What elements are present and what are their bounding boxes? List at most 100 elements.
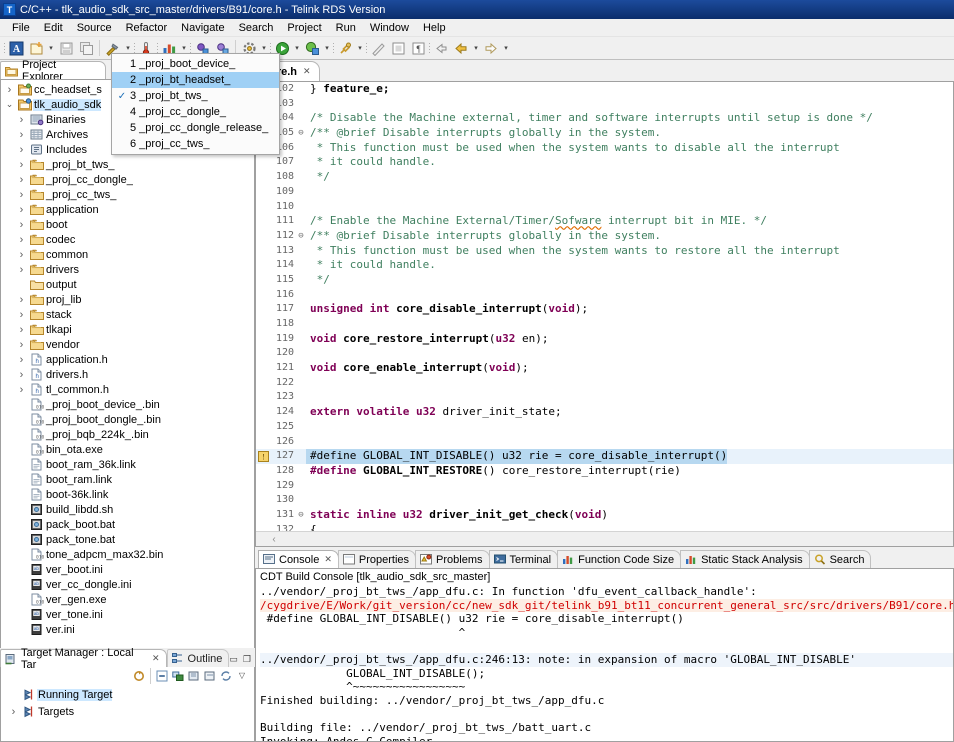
menu-window[interactable]: Window: [363, 21, 416, 35]
debug-icon[interactable]: [302, 38, 322, 58]
tree-item[interactable]: boot_ram.link: [1, 472, 254, 487]
back-arrow-icon[interactable]: [451, 38, 471, 58]
tree-item[interactable]: 010 _proj_boot_dongle_.bin: [1, 412, 254, 427]
chevron-right-icon[interactable]: ›: [15, 129, 28, 141]
editor-tabbar[interactable]: core.h ✕: [255, 60, 954, 81]
tree-item[interactable]: › vendor: [1, 337, 254, 352]
code-line[interactable]: 113 * This function must be used when th…: [256, 244, 953, 259]
tree-item[interactable]: › codec: [1, 232, 254, 247]
tree-item[interactable]: output: [1, 277, 254, 292]
code-line[interactable]: 107 * it could handle.: [256, 155, 953, 170]
code-line[interactable]: 123: [256, 390, 953, 405]
tree-item[interactable]: › proj_lib: [1, 292, 254, 307]
target-tree-item[interactable]: › Targets: [1, 703, 254, 720]
chevron-right-icon[interactable]: ›: [15, 384, 28, 396]
new-target-icon[interactable]: [186, 668, 202, 683]
chevron-right-icon[interactable]: ›: [15, 114, 28, 126]
menu-help[interactable]: Help: [416, 21, 453, 35]
tree-item[interactable]: › _proj_cc_tws_: [1, 187, 254, 202]
menu-edit[interactable]: Edit: [37, 21, 70, 35]
code-line[interactable]: 119 void core_restore_interrupt(u32 en);: [256, 332, 953, 347]
menu-refactor[interactable]: Refactor: [119, 21, 175, 35]
console-tab-console[interactable]: Console ✕: [258, 550, 339, 568]
fold-collapse-icon[interactable]: ⊖: [296, 229, 306, 244]
chevron-right-icon[interactable]: ›: [15, 204, 28, 216]
forward-dropdown-icon[interactable]: ▾: [501, 38, 511, 58]
show-source-icon[interactable]: [388, 38, 408, 58]
tab-project-explorer[interactable]: Project Explorer: [0, 59, 106, 83]
tree-item[interactable]: 010 bin_ota.exe: [1, 442, 254, 457]
tree-item[interactable]: › tlkapi: [1, 322, 254, 337]
code-line[interactable]: 114 * it could handle.: [256, 258, 953, 273]
code-line[interactable]: 121 void core_enable_interrupt(void);: [256, 361, 953, 376]
code-line[interactable]: 130: [256, 493, 953, 508]
chevron-right-icon[interactable]: ›: [3, 84, 16, 96]
chevron-right-icon[interactable]: ›: [15, 264, 28, 276]
scroll-track[interactable]: [292, 534, 953, 545]
tree-item[interactable]: › application: [1, 202, 254, 217]
open-type-icon[interactable]: [368, 38, 388, 58]
console-tabbar[interactable]: Console ✕ Properties Problems Terminal Functi…: [255, 549, 954, 568]
tree-item[interactable]: › h drivers.h: [1, 367, 254, 382]
tree-item[interactable]: › h application.h: [1, 352, 254, 367]
chevron-right-icon[interactable]: ›: [15, 219, 28, 231]
chevron-right-icon[interactable]: ›: [15, 339, 28, 351]
chevron-right-icon[interactable]: ›: [15, 309, 28, 321]
code-line[interactable]: 105 ⊖/** @brief Disable interrupts global…: [256, 126, 953, 141]
link-editor-icon[interactable]: [170, 668, 186, 683]
edit-target-icon[interactable]: [202, 668, 218, 683]
target-tree-item[interactable]: Running Target: [1, 686, 254, 703]
chevron-right-icon[interactable]: ›: [15, 234, 28, 246]
tree-item[interactable]: › _proj_bt_tws_: [1, 157, 254, 172]
console-tab-search[interactable]: Search: [808, 550, 872, 568]
tree-item[interactable]: pack_boot.bat: [1, 517, 254, 532]
tree-item[interactable]: ab ver_cc_dongle.ini: [1, 577, 254, 592]
menu-navigate[interactable]: Navigate: [174, 21, 231, 35]
menu-item-1[interactable]: 1 _proj_boot_device_: [112, 56, 279, 72]
tree-item[interactable]: ab ver_tone.ini: [1, 607, 254, 622]
tree-item[interactable]: ab ver_boot.ini: [1, 562, 254, 577]
save-icon[interactable]: [56, 38, 76, 58]
menu-item-2[interactable]: 2 _proj_bt_headset_: [112, 72, 279, 88]
close-icon[interactable]: ✕: [324, 554, 332, 565]
code-line[interactable]: 117 unsigned int core_disable_interrupt(v…: [256, 302, 953, 317]
chevron-right-icon[interactable]: ›: [15, 144, 28, 156]
code-line[interactable]: 120: [256, 346, 953, 361]
menu-file[interactable]: File: [5, 21, 37, 35]
menu-item-5[interactable]: 5 _proj_cc_dongle_release_: [112, 120, 279, 136]
chevron-right-icon[interactable]: ›: [15, 324, 28, 336]
fold-collapse-icon[interactable]: ⊖: [296, 508, 306, 523]
tree-item[interactable]: › drivers: [1, 262, 254, 277]
project-tree[interactable]: › cc_headset_s ⌄ tlk_audio_sdk › Binaries › Arc…: [1, 80, 254, 637]
scroll-left-marker[interactable]: ‹: [256, 534, 292, 545]
project-explorer-tree-panel[interactable]: › cc_headset_s ⌄ tlk_audio_sdk › Binaries › Arc…: [0, 79, 255, 742]
console-tab-properties[interactable]: Properties: [337, 550, 417, 568]
code-line[interactable]: 108 */: [256, 170, 953, 185]
tree-item[interactable]: 010 tone_adpcm_max32.bin: [1, 547, 254, 562]
menu-item-3[interactable]: ✓ 3 _proj_bt_tws_: [112, 88, 279, 104]
run-dropdown-icon[interactable]: ▾: [292, 38, 302, 58]
tree-item[interactable]: › stack: [1, 307, 254, 322]
code-line[interactable]: 103: [256, 97, 953, 112]
close-icon[interactable]: ✕: [303, 66, 311, 77]
build-configuration-menu[interactable]: 1 _proj_boot_device_ 2 _proj_bt_headset_ ✓…: [111, 53, 280, 155]
new-c-cpp-icon[interactable]: A: [6, 38, 26, 58]
close-icon[interactable]: ✕: [152, 653, 160, 664]
console-tab-terminal[interactable]: Terminal: [488, 550, 559, 568]
pin-editor-icon[interactable]: [335, 38, 355, 58]
code-line[interactable]: 106 * This function must be used when th…: [256, 141, 953, 156]
code-line[interactable]: 125: [256, 420, 953, 435]
console-output[interactable]: ../vendor/_proj_bt_tws_/app_dfu.c: In fu…: [256, 585, 953, 741]
target-manager-tree[interactable]: Running Target › Targets: [0, 684, 255, 742]
tree-item[interactable]: › common: [1, 247, 254, 262]
console-tab-function-code-size[interactable]: Function Code Size: [557, 550, 682, 568]
console-tab-static-stack-analysis[interactable]: Static Stack Analysis: [680, 550, 810, 568]
code-line[interactable]: 115 */: [256, 273, 953, 288]
sync-icon[interactable]: [218, 668, 234, 683]
chevron-right-icon[interactable]: ›: [15, 354, 28, 366]
console-body[interactable]: CDT Build Console [tlk_audio_sdk_src_mas…: [255, 568, 954, 742]
tab-target-manager[interactable]: Target Manager : Local Tar ✕: [0, 647, 167, 671]
forward-arrow-icon[interactable]: [481, 38, 501, 58]
target-manager-tabbar[interactable]: Target Manager : Local Tar ✕ Outline ▭ ❐: [0, 647, 255, 671]
tree-item[interactable]: 010 ver_gen.exe: [1, 592, 254, 607]
